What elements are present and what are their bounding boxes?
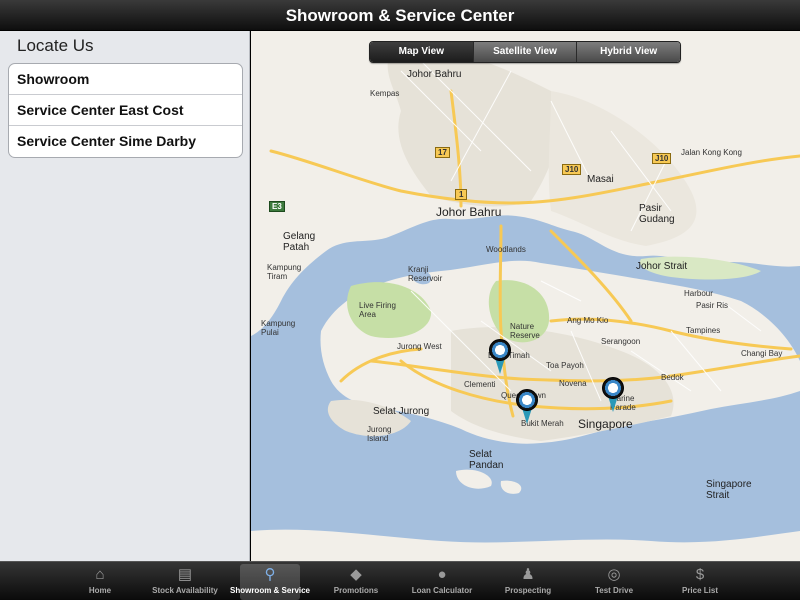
tab-label: Home — [88, 586, 112, 595]
tab-price-list[interactable]: $ Price List — [670, 564, 730, 600]
map-label-woodlands: Woodlands — [486, 245, 526, 254]
home-icon: ⌂ — [95, 566, 105, 583]
map-view[interactable]: Johor Bahru Johor Bahru Singapore Pasir … — [251, 31, 800, 561]
map-label-nature-reserve: Nature Reserve — [510, 322, 540, 340]
satellite-view-button[interactable]: Satellite View — [473, 42, 578, 62]
tab-label: Test Drive — [594, 586, 634, 595]
hybrid-view-button[interactable]: Hybrid View — [577, 42, 680, 62]
map-label-johor-bahru: Johor Bahru — [436, 205, 502, 219]
location-list: Showroom Service Center East Cost Servic… — [8, 63, 243, 158]
map-view-button[interactable]: Map View — [370, 42, 474, 62]
page-title: Showroom & Service Center — [285, 6, 515, 25]
map-label-toa-payoh: Toa Payoh — [546, 361, 584, 370]
route-shield-17: 17 — [435, 147, 450, 158]
map-label-johor-strait: Johor Strait — [636, 261, 688, 272]
tab-prospecting[interactable]: ♟ Prospecting — [498, 564, 558, 600]
map-label-masai: Masai — [587, 174, 614, 185]
map-label-ang-mo-kio: Ang Mo Kio — [567, 316, 609, 325]
map-label-kranji-reservoir: Kranji Reservoir — [408, 265, 443, 283]
location-item-service-sime-darby[interactable]: Service Center Sime Darby — [9, 126, 242, 157]
dollar-icon: $ — [695, 566, 705, 583]
tag-icon: ◆ — [350, 566, 362, 583]
map-label-kempas: Kempas — [370, 89, 400, 98]
bmw-logo-icon — [489, 339, 511, 361]
map-label-bedok: Bedok — [661, 373, 684, 382]
map-label-selat-jurong: Selat Jurong — [373, 406, 430, 417]
bmw-pin-marine-parade[interactable] — [602, 377, 624, 413]
tab-loan-calculator[interactable]: ● Loan Calculator — [412, 564, 472, 600]
map-label-pasir-ris: Pasir Ris — [696, 301, 729, 310]
map-label-changi-bay: Changi Bay — [741, 349, 783, 358]
tab-label: Promotions — [333, 586, 379, 595]
route-shield-1: 1 — [455, 189, 468, 200]
southern-island — [456, 469, 492, 489]
document-icon: ▤ — [177, 566, 193, 583]
map-label-tampines: Tampines — [686, 326, 721, 335]
riau-islands — [251, 529, 800, 561]
bmw-pin-bukit-timah[interactable] — [489, 339, 511, 375]
sidebar: Locate Us Showroom Service Center East C… — [0, 31, 250, 561]
tab-label: Showroom & Service — [229, 586, 311, 595]
tab-showroom-service[interactable]: ⚲ Showroom & Service — [230, 564, 310, 600]
tab-promotions[interactable]: ◆ Promotions — [326, 564, 386, 600]
location-item-service-east[interactable]: Service Center East Cost — [9, 95, 242, 126]
sidebar-heading: Locate Us — [17, 36, 94, 55]
map-label-serangoon: Serangoon — [601, 337, 641, 346]
bmw-logo-icon — [602, 377, 624, 399]
tab-label: Price List — [681, 586, 718, 595]
route-shield-j10-east: J10 — [652, 153, 672, 164]
map-label-jurong-island: Jurong Island — [367, 425, 392, 443]
map-label-clementi: Clementi — [464, 380, 496, 389]
magnifier-icon: ⚲ — [264, 566, 276, 583]
tab-home[interactable]: ⌂ Home — [70, 564, 130, 600]
map-label-live-firing-area: Live Firing Area — [359, 301, 396, 319]
southern-island-2 — [500, 480, 522, 494]
map-label-jurong-west: Jurong West — [397, 342, 442, 351]
tab-label: Stock Availability — [152, 586, 218, 595]
title-bar: Showroom & Service Center — [0, 0, 800, 31]
map-label-kampung-pulai: Kampung Pulai — [261, 319, 296, 337]
map-label-singapore: Singapore — [578, 417, 633, 431]
route-shield-e3: E3 — [269, 201, 285, 212]
location-item-showroom[interactable]: Showroom — [9, 64, 242, 95]
tab-stock-availability[interactable]: ▤ Stock Availability — [152, 564, 218, 600]
map-label-jalan-kong-kong: Jalan Kong Kong — [681, 148, 742, 157]
bmw-pin-bukit-merah[interactable] — [516, 389, 538, 425]
map-label-harbour: Harbour — [684, 289, 713, 298]
tab-bar: ⌂ Home ▤ Stock Availability ⚲ Showroom &… — [0, 561, 800, 600]
map-label-kampung-tiram: Kampung Tiram — [267, 263, 302, 281]
map-label-johor-bahru-small: Johor Bahru — [407, 69, 462, 80]
map-label-novena: Novena — [559, 379, 587, 388]
tab-label: Loan Calculator — [411, 586, 473, 595]
steering-wheel-icon: ◎ — [607, 566, 621, 583]
route-shield-j10: J10 — [562, 164, 582, 175]
map-label-gelang-patah: Gelang Patah — [283, 231, 316, 253]
person-icon: ♟ — [521, 566, 535, 583]
bmw-logo-icon — [516, 389, 538, 411]
map-view-toggle: Map View Satellite View Hybrid View — [369, 41, 681, 63]
tab-label: Prospecting — [504, 586, 552, 595]
map-label-singapore-strait: Singapore Strait — [706, 479, 752, 501]
chat-bubble-icon: ● — [437, 566, 447, 583]
tab-test-drive[interactable]: ◎ Test Drive — [584, 564, 644, 600]
map-label-selat-pandan: Selat Pandan — [469, 449, 504, 471]
map-label-pasir-gudang: Pasir Gudang — [639, 203, 675, 225]
